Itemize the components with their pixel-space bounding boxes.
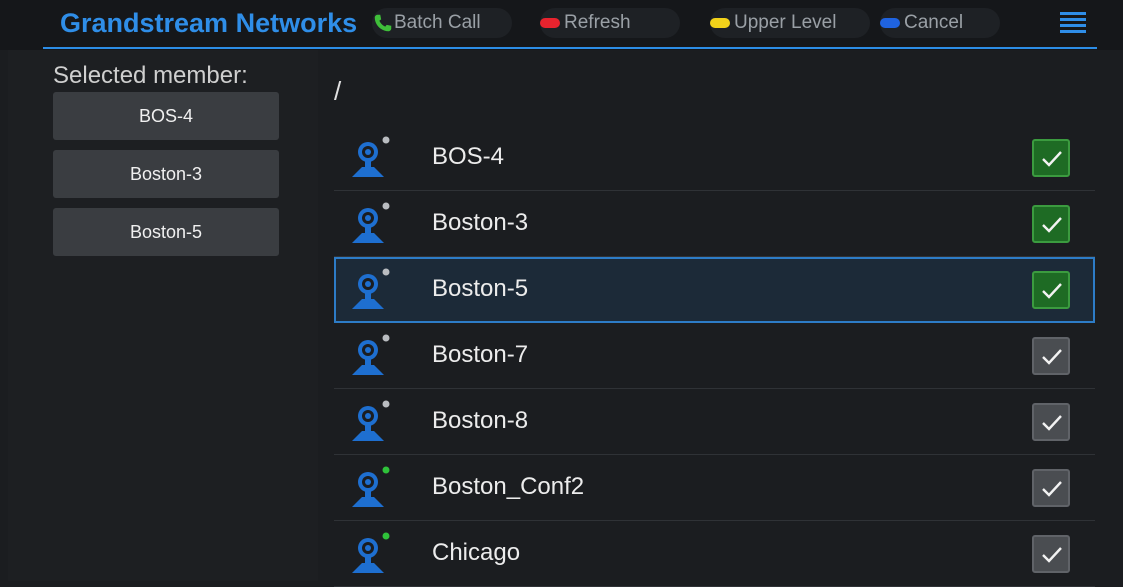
selected-member-name: Boston-5 [129, 221, 203, 242]
select-checkbox[interactable] [1032, 337, 1070, 375]
batch-call-button[interactable]: Batch Call [372, 8, 512, 38]
video-device-icon [348, 465, 392, 511]
selected-member-item[interactable]: Boston-5 [53, 208, 279, 256]
contact-row[interactable]: Boston-7 [334, 323, 1095, 389]
upper-level-button[interactable]: Upper Level [710, 8, 870, 38]
video-device-icon [348, 267, 392, 313]
video-device-icon [348, 135, 392, 181]
contact-name: Boston-7 [432, 341, 529, 368]
breadcrumb-path: / [334, 76, 342, 106]
cancel-label: Cancel [904, 12, 964, 33]
select-checkbox[interactable] [1032, 535, 1070, 573]
batch-call-label: Batch Call [394, 12, 481, 33]
video-device-icon [348, 333, 392, 379]
contact-name: Boston-8 [432, 407, 529, 434]
blue-key-icon [880, 18, 900, 28]
top-bar: Grandstream Networks Batch Call Refresh … [0, 0, 1123, 50]
contact-row[interactable]: Chicago [334, 521, 1095, 587]
refresh-label: Refresh [564, 12, 631, 33]
contact-row[interactable]: Boston-5 [334, 257, 1095, 323]
video-device-icon [348, 399, 392, 445]
contact-name: Boston-5 [432, 275, 529, 302]
video-device-icon [348, 531, 392, 577]
select-checkbox[interactable] [1032, 139, 1070, 177]
selected-members-panel: Selected member: BOS-4 Boston-3 Boston-5 [8, 50, 318, 581]
selected-member-label: Selected member: [53, 62, 248, 89]
menu-icon[interactable] [1060, 12, 1086, 34]
select-checkbox[interactable] [1032, 403, 1070, 441]
video-device-icon [348, 201, 392, 247]
contact-row[interactable]: Boston_Conf2 [334, 455, 1095, 521]
contact-row[interactable]: Boston-8 [334, 389, 1095, 455]
red-key-icon [540, 18, 560, 28]
selected-member-name: Boston-3 [129, 163, 203, 184]
selected-member-item[interactable]: Boston-3 [53, 150, 279, 198]
contact-row[interactable]: Boston-3 [334, 191, 1095, 257]
contact-row[interactable]: BOS-4 [334, 125, 1095, 191]
contact-name: Boston_Conf2 [432, 473, 585, 500]
select-checkbox[interactable] [1032, 205, 1070, 243]
refresh-button[interactable]: Refresh [540, 8, 680, 38]
brand-title: Grandstream Networks [60, 8, 358, 38]
contact-name: Boston-3 [432, 209, 529, 236]
upper-level-label: Upper Level [734, 12, 837, 33]
contact-name: Chicago [432, 539, 521, 566]
select-checkbox[interactable] [1032, 469, 1070, 507]
selected-member-item[interactable]: BOS-4 [53, 92, 279, 140]
cancel-button[interactable]: Cancel [880, 8, 1000, 38]
contact-name: BOS-4 [432, 143, 505, 170]
phone-icon [372, 12, 394, 34]
header-divider [43, 47, 1097, 49]
selected-member-name: BOS-4 [138, 105, 194, 126]
yellow-key-icon [710, 18, 730, 28]
select-checkbox[interactable] [1032, 271, 1070, 309]
